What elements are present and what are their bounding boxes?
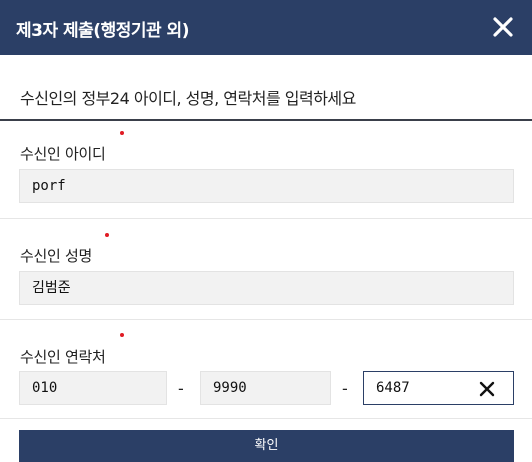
phone-label: 수신인 연락처 <box>20 348 106 366</box>
instruction-text: 수신인의 정부24 아이디, 성명, 연락처를 입력하세요 <box>20 89 356 108</box>
divider <box>0 218 532 219</box>
phone-separator: - <box>342 379 348 398</box>
name-input[interactable]: 김범준 <box>19 271 514 305</box>
phone-part2-input[interactable]: 9990 <box>200 371 331 405</box>
dialog-title: 제3자 제출(행정기관 외) <box>16 21 189 41</box>
phone-separator: - <box>178 379 184 398</box>
clear-icon[interactable] <box>479 381 495 397</box>
user-id-input[interactable]: porf <box>19 169 514 203</box>
required-indicator <box>105 233 109 237</box>
dialog-header: 제3자 제출(행정기관 외) <box>0 0 532 55</box>
divider <box>0 418 532 419</box>
user-id-label: 수신인 아이디 <box>20 145 106 163</box>
divider <box>0 119 532 121</box>
required-indicator <box>120 131 124 135</box>
divider <box>0 319 532 320</box>
name-label: 수신인 성명 <box>20 247 92 265</box>
close-icon[interactable] <box>492 16 514 38</box>
required-indicator <box>120 333 124 337</box>
phone-part1-input[interactable]: 010 <box>19 371 167 405</box>
confirm-button[interactable]: 확인 <box>19 430 514 462</box>
